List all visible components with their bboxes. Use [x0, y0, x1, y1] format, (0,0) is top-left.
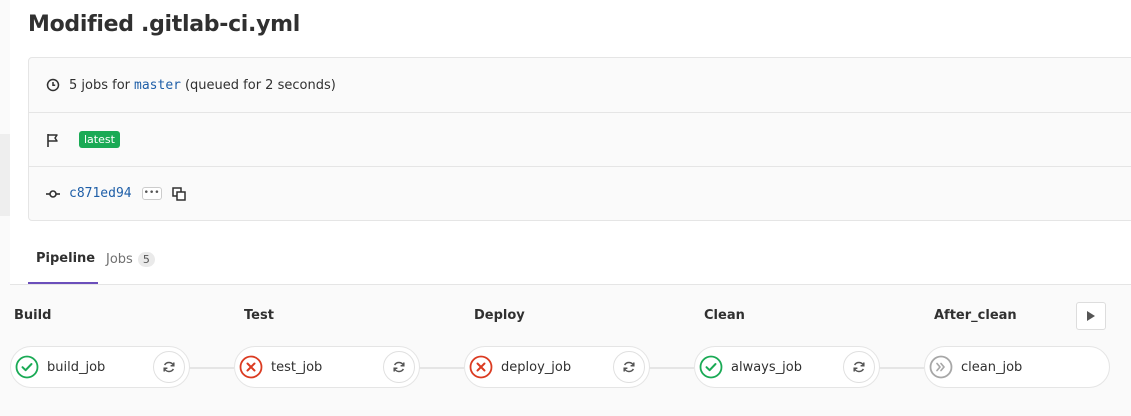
- status-failed-icon: [239, 355, 263, 379]
- clock-icon: [45, 77, 61, 93]
- expand-commit-button[interactable]: •••: [141, 187, 162, 200]
- job-name: clean_job: [961, 359, 1023, 375]
- info-row-commit: c871ed94 •••: [29, 166, 1131, 220]
- sidebar-shade: [0, 134, 10, 216]
- status-skipped-icon: [929, 355, 953, 379]
- info-row-jobs: 5 jobs for master (queued for 2 seconds): [29, 58, 1131, 112]
- stage-title-deploy: Deploy: [474, 308, 525, 323]
- stage-title-build: Build: [14, 308, 52, 323]
- stage-title-after-clean: After_clean: [934, 308, 1017, 323]
- tab-jobs-label: Jobs: [106, 251, 133, 267]
- left-sidebar-strip: [0, 0, 10, 416]
- stage-connector: [418, 367, 464, 369]
- tab-pipeline[interactable]: Pipeline: [28, 234, 98, 284]
- branch-link[interactable]: master: [134, 78, 181, 93]
- copy-icon[interactable]: [171, 186, 187, 202]
- status-success-icon: [699, 355, 723, 379]
- retry-icon[interactable]: [383, 351, 415, 383]
- job-name: build_job: [47, 359, 106, 375]
- stage-title-clean: Clean: [704, 308, 745, 323]
- queued-text: (queued for 2 seconds): [184, 77, 336, 93]
- stage-connector: [878, 367, 924, 369]
- job-name: deploy_job: [501, 359, 572, 375]
- job-deploy[interactable]: deploy_job: [464, 346, 650, 388]
- job-build[interactable]: build_job: [10, 346, 190, 388]
- flag-icon: [45, 132, 61, 148]
- retry-icon[interactable]: [153, 351, 185, 383]
- retry-icon[interactable]: [843, 351, 875, 383]
- jobs-count-text: 5 jobs for: [69, 77, 131, 93]
- job-name: always_job: [731, 359, 802, 375]
- tab-pipeline-label: Pipeline: [36, 250, 96, 266]
- tab-jobs[interactable]: Jobs 5: [106, 234, 155, 284]
- play-icon[interactable]: [1076, 302, 1106, 330]
- retry-icon[interactable]: [613, 351, 645, 383]
- latest-badge: latest: [79, 131, 120, 148]
- commit-sha-link[interactable]: c871ed94: [69, 186, 132, 201]
- job-test[interactable]: test_job: [234, 346, 420, 388]
- pipeline-info-box: 5 jobs for master (queued for 2 seconds)…: [28, 57, 1131, 221]
- stage-connector: [648, 367, 694, 369]
- commit-icon: [45, 186, 61, 202]
- info-row-tags: latest: [29, 112, 1131, 166]
- status-failed-icon: [469, 355, 493, 379]
- stage-connector: [188, 367, 234, 369]
- job-name: test_job: [271, 359, 323, 375]
- job-clean[interactable]: always_job: [694, 346, 880, 388]
- page-title: Modified .gitlab-ci.yml: [28, 12, 301, 37]
- job-after-clean[interactable]: clean_job: [924, 346, 1110, 388]
- pipeline-graph: Build build_job Test test_job Deploy dep…: [10, 285, 1131, 416]
- jobs-count-badge: 5: [137, 251, 155, 267]
- stage-title-test: Test: [244, 308, 274, 323]
- status-success-icon: [15, 355, 39, 379]
